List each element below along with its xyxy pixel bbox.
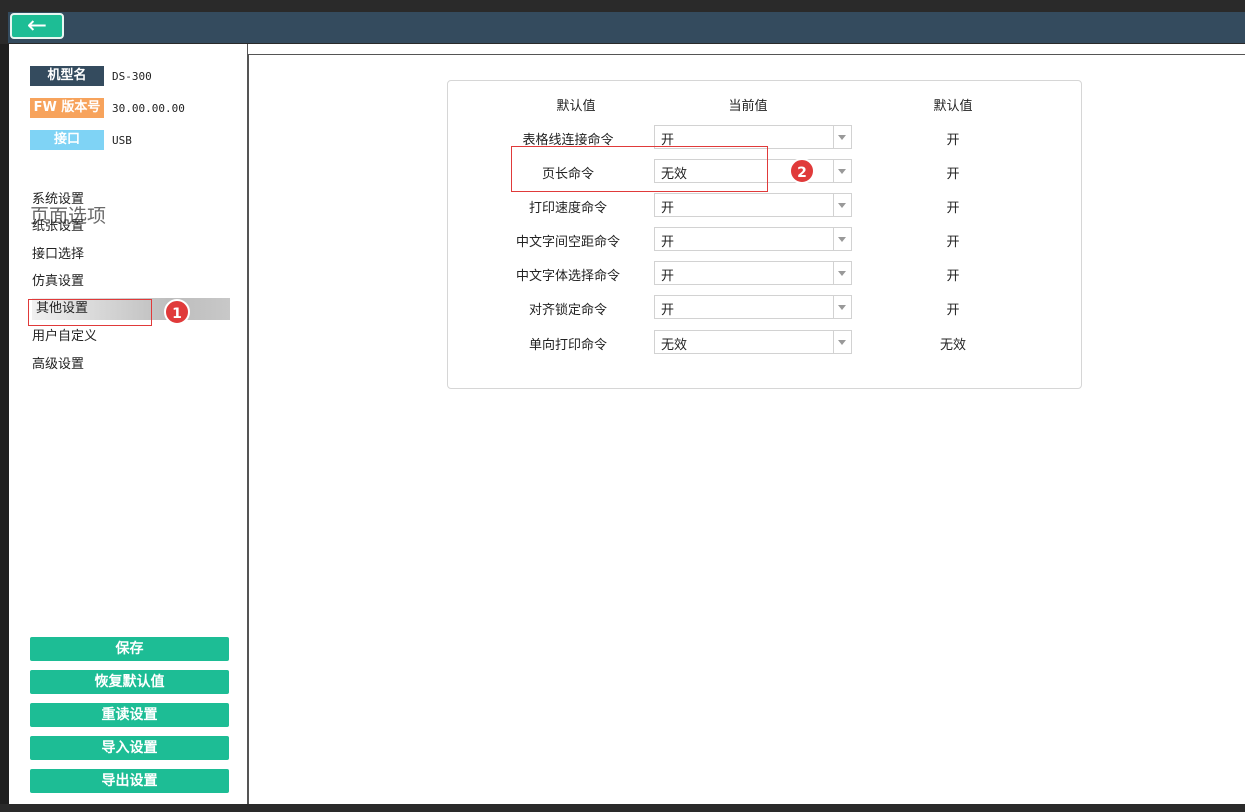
reload-settings-button[interactable]: 重读设置 <box>30 703 229 727</box>
select-value: 无效 <box>661 338 688 353</box>
column-header-current: 当前值 <box>728 99 768 114</box>
row-label-unidirectional-print-command: 单向打印命令 <box>528 338 607 353</box>
row-label-print-speed-command: 打印速度命令 <box>528 201 607 216</box>
row-default-chinese-char-spacing-command: 开 <box>946 235 960 250</box>
title-bar-strip <box>8 12 1245 43</box>
bottom-bar <box>0 804 1245 812</box>
chevron-down-icon <box>833 331 851 353</box>
fw-version-row: FW 版本号 30.00.00.00 <box>30 98 185 118</box>
model-name-row: 机型名 DS-300 <box>30 66 152 86</box>
select-value: 开 <box>661 201 675 216</box>
select-print-speed-command[interactable]: 开 <box>654 193 852 217</box>
select-chinese-font-select-command[interactable]: 开 <box>654 261 852 285</box>
sidebar-item-advanced-settings[interactable]: 高级设置 <box>32 354 230 376</box>
row-default-page-length-command: 开 <box>946 167 960 182</box>
column-header-default: 默认值 <box>933 99 973 114</box>
interface-row: 接口 USB <box>30 130 132 150</box>
step-badge-1: 1 <box>164 299 190 325</box>
select-chinese-char-spacing-command[interactable]: 开 <box>654 227 852 251</box>
row-default-chinese-font-select-command: 开 <box>946 269 960 284</box>
chevron-down-icon <box>833 228 851 250</box>
chevron-down-icon <box>833 296 851 318</box>
title-bar <box>0 0 1245 44</box>
row-default-unidirectional-print-command: 无效 <box>939 338 966 353</box>
step-badge-2: 2 <box>789 158 815 184</box>
column-header-name: 默认值 <box>556 99 596 114</box>
highlight-box-1 <box>28 299 152 326</box>
import-settings-button[interactable]: 导入设置 <box>30 736 229 760</box>
model-name-label: 机型名 <box>30 66 104 86</box>
select-value: 开 <box>661 235 675 250</box>
highlight-box-2 <box>511 146 768 192</box>
fw-version-label: FW 版本号 <box>30 98 104 118</box>
row-default-alignment-lock-command: 开 <box>946 303 960 318</box>
select-value: 开 <box>661 269 675 284</box>
save-button[interactable]: 保存 <box>30 637 229 661</box>
settings-panel: 默认值 当前值 默认值 表格线连接命令 开 开 页长命令 无效 开 打印速度命令… <box>447 80 1082 389</box>
chevron-down-icon <box>833 262 851 284</box>
sidebar-item-emulation-settings[interactable]: 仿真设置 <box>32 271 230 293</box>
sidebar-item-interface-select[interactable]: 接口选择 <box>32 244 230 266</box>
export-settings-button[interactable]: 导出设置 <box>30 769 229 793</box>
sidebar-item-user-defined[interactable]: 用户自定义 <box>32 326 230 348</box>
interface-value: USB <box>112 133 132 147</box>
row-label-alignment-lock-command: 对齐锁定命令 <box>528 303 607 318</box>
sidebar: 机型名 DS-300 FW 版本号 30.00.00.00 接口 USB 页面选… <box>9 44 248 804</box>
fw-version-value: 30.00.00.00 <box>112 101 185 115</box>
row-label-chinese-font-select-command: 中文字体选择命令 <box>515 269 620 284</box>
sidebar-item-system-settings[interactable]: 系统设置 <box>32 189 230 211</box>
select-unidirectional-print-command[interactable]: 无效 <box>654 330 852 354</box>
back-button[interactable]: ← <box>10 13 64 39</box>
row-default-print-speed-command: 开 <box>946 201 960 216</box>
model-name-value: DS-300 <box>112 69 152 83</box>
chevron-down-icon <box>833 194 851 216</box>
arrow-left-icon: ← <box>26 11 48 39</box>
chevron-down-icon <box>833 126 851 148</box>
main-content: 默认值 当前值 默认值 表格线连接命令 开 开 页长命令 无效 开 打印速度命令… <box>248 54 1245 805</box>
chevron-down-icon <box>833 160 851 182</box>
select-value: 开 <box>661 303 675 318</box>
sidebar-item-paper-settings[interactable]: 纸张设置 <box>32 216 230 238</box>
interface-label: 接口 <box>30 130 104 150</box>
row-default-table-line-command: 开 <box>946 133 960 148</box>
row-label-chinese-char-spacing-command: 中文字间空距命令 <box>515 235 620 250</box>
select-alignment-lock-command[interactable]: 开 <box>654 295 852 319</box>
restore-defaults-button[interactable]: 恢复默认值 <box>30 670 229 694</box>
